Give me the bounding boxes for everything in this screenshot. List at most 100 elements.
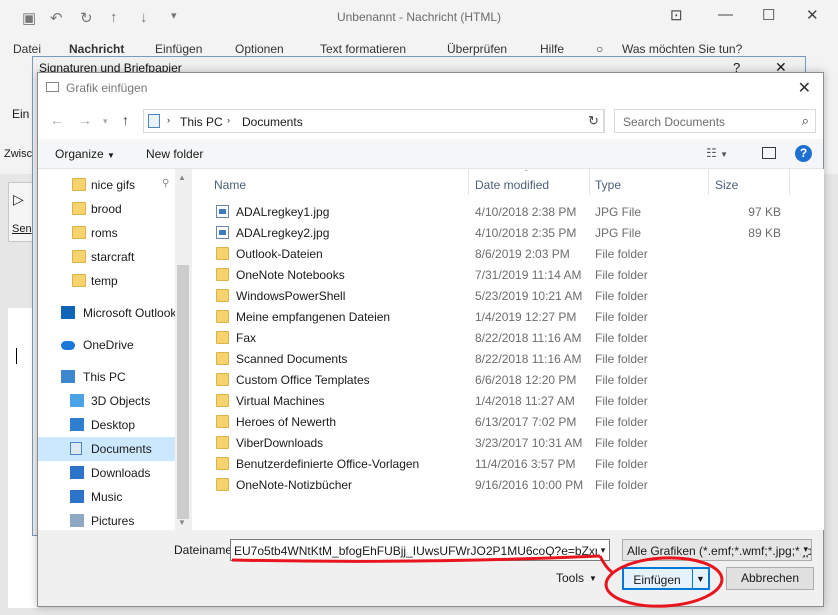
column-name[interactable]: Name [214,178,246,192]
column-size[interactable]: Size [715,178,738,192]
filename-input[interactable]: EU7o5tb4WNtKtM_bfogEhFUBjj_IUwsUFWrJO2P1… [230,539,610,561]
file-name: Heroes of Newerth [236,415,337,429]
breadcrumb-documents[interactable]: Documents [242,115,303,129]
nav-scroll-thumb[interactable] [177,265,189,519]
onedrive-icon [61,341,75,350]
file-type: File folder [595,268,648,282]
minimize-icon[interactable]: — [718,6,733,23]
file-row[interactable]: Outlook-Dateien 8/6/2019 2:03 PM File fold… [212,243,772,264]
nav-item[interactable]: Music [38,485,175,509]
preview-pane-icon[interactable] [762,147,776,159]
nav-item[interactable]: Downloads [38,461,175,485]
refresh-icon[interactable]: ↻ [584,109,604,133]
tab-hilfe[interactable]: Hilfe [540,42,564,56]
file-row[interactable]: OneNote-Notizbücher 9/16/2016 10:00 PM Fil… [212,474,772,495]
breadcrumb-this-pc[interactable]: This PC [180,115,223,129]
maximize-icon[interactable]: ☐ [762,6,775,24]
file-row[interactable]: ADALregkey1.jpg 4/10/2018 2:38 PM JPG File… [212,201,781,222]
insert-picture-dialog: Grafik einfügen ✕ ← → ▾ ↑ › This PC › Do… [37,72,824,607]
search-box[interactable]: Search Documents ⌕ [614,109,816,133]
filename-dropdown-icon[interactable]: ▾ [597,540,609,560]
tab-text-formatieren[interactable]: Text formatieren [320,42,406,56]
address-bar[interactable]: › This PC › Documents ▾ [143,109,605,133]
back-icon[interactable]: ← [50,112,64,128]
nav-item[interactable]: temp [38,269,175,293]
folder-icon [216,289,229,302]
dialog-close-button[interactable]: ✕ [798,78,811,98]
nav-item[interactable]: roms [38,221,175,245]
nav-item[interactable]: Microsoft Outlook [38,301,176,325]
file-date: 3/23/2017 10:31 AM [475,436,583,450]
forward-icon[interactable]: → [78,112,92,128]
file-row[interactable]: Custom Office Templates 6/6/2018 12:20 PM… [212,369,772,390]
help-icon[interactable]: ? [795,145,812,162]
file-type: File folder [595,289,648,303]
nav-item-label: Downloads [91,466,151,480]
folder-icon [72,202,86,215]
desktop-icon [70,418,84,431]
breadcrumb-separator-icon: › [227,115,230,125]
tab-datei[interactable]: Datei [13,42,41,56]
file-row[interactable]: Meine empfangenen Dateien 1/4/2019 12:27 … [212,306,772,327]
up-folder-icon[interactable]: ↑ [122,112,129,128]
tab-optionen[interactable]: Optionen [235,42,284,56]
column-date-modified[interactable]: Date modified [475,178,549,192]
recent-dropdown-icon[interactable]: ▾ [103,116,108,127]
file-row[interactable]: OneNote Notebooks 7/31/2019 11:14 AM File … [212,264,772,285]
file-row[interactable]: Virtual Machines 1/4/2018 11:27 AM File fo… [212,390,772,411]
new-folder-button[interactable]: New folder [146,147,203,161]
tab-nachricht[interactable]: Nachricht [69,42,124,56]
insert-options-icon[interactable]: ▼ [696,574,705,584]
nav-item-label: Music [91,490,123,504]
nav-item[interactable]: Pictures [38,509,175,533]
nav-item[interactable]: nice gifs ⚲ [38,173,175,197]
file-date: 8/22/2018 11:16 AM [475,352,582,366]
nav-item[interactable]: OneDrive [38,333,175,357]
scroll-up-icon[interactable]: ▲ [178,173,186,182]
organize-button[interactable]: Organize ▼ [55,147,115,161]
nav-scrollbar[interactable]: ▲ ▼ [175,169,191,530]
file-row[interactable]: Benutzerdefinierte Office-Vorlagen 11/4/2… [212,453,772,474]
column-divider[interactable] [789,169,790,195]
column-divider[interactable] [589,169,590,195]
tab-einfuegen[interactable]: Einfügen [155,42,202,56]
file-type: File folder [595,436,648,450]
nav-item[interactable]: 3D Objects [38,389,175,413]
nav-item[interactable]: Desktop [38,413,175,437]
file-row[interactable]: WindowsPowerShell 5/23/2019 10:21 AM File … [212,285,772,306]
file-date: 8/22/2018 11:16 AM [475,331,582,345]
nav-item-label: Documents [91,442,152,456]
tools-button[interactable]: Tools [556,571,584,585]
file-name: Meine empfangenen Dateien [236,310,391,324]
file-type-filter[interactable]: Alle Grafiken (*.emf;*.wmf;*.jpg;*.jpeg;… [622,539,812,561]
dialog-title: Grafik einfügen [66,81,148,95]
tools-dropdown-icon[interactable]: ▼ [589,574,597,583]
file-type-value: Alle Grafiken (*.emf;*.wmf;*.jpg;*.jpeg;… [627,544,812,558]
folder-icon [216,415,229,428]
file-row[interactable]: ViberDownloads 3/23/2017 10:31 AM File fol… [212,432,772,453]
file-date: 5/23/2019 10:21 AM [475,289,583,303]
close-icon[interactable]: ✕ [806,6,819,24]
nav-item[interactable]: brood [38,197,175,221]
tab-ueberpruefen[interactable]: Überprüfen [447,42,507,56]
file-row[interactable]: Scanned Documents 8/22/2018 11:16 AM File … [212,348,772,369]
nav-item-label: roms [91,226,118,240]
file-row[interactable]: Heroes of Newerth 6/13/2017 7:02 PM File f… [212,411,772,432]
view-options-button[interactable]: ☷ ▼ [706,146,728,160]
nav-item[interactable]: This PC [38,365,175,389]
insert-button[interactable]: Einfügen ▼ [622,567,710,590]
nav-item-label: Desktop [91,418,136,432]
file-row[interactable]: Fax 8/22/2018 11:16 AM File folder [212,327,772,348]
scroll-down-icon[interactable]: ▼ [178,518,186,527]
outlook-titlebar: ▣ ↶ ↻ ↑ ↓ ▾ Unbenannt - Nachricht (HTML)… [0,0,838,36]
column-divider[interactable] [708,169,709,195]
file-row[interactable]: ADALregkey2.jpg 4/10/2018 2:35 PM JPG File… [212,222,781,243]
tell-me-search[interactable]: Was möchten Sie tun? [622,42,742,56]
cancel-button[interactable]: Abbrechen [726,567,814,590]
nav-item[interactable]: starcraft [38,245,175,269]
nav-item[interactable]: Documents [38,437,175,461]
ribbon-options-icon[interactable]: ⊡ [670,6,683,24]
column-divider[interactable] [468,169,469,195]
send-button[interactable]: ▷ Sen [8,182,34,242]
column-type[interactable]: Type [595,178,621,192]
